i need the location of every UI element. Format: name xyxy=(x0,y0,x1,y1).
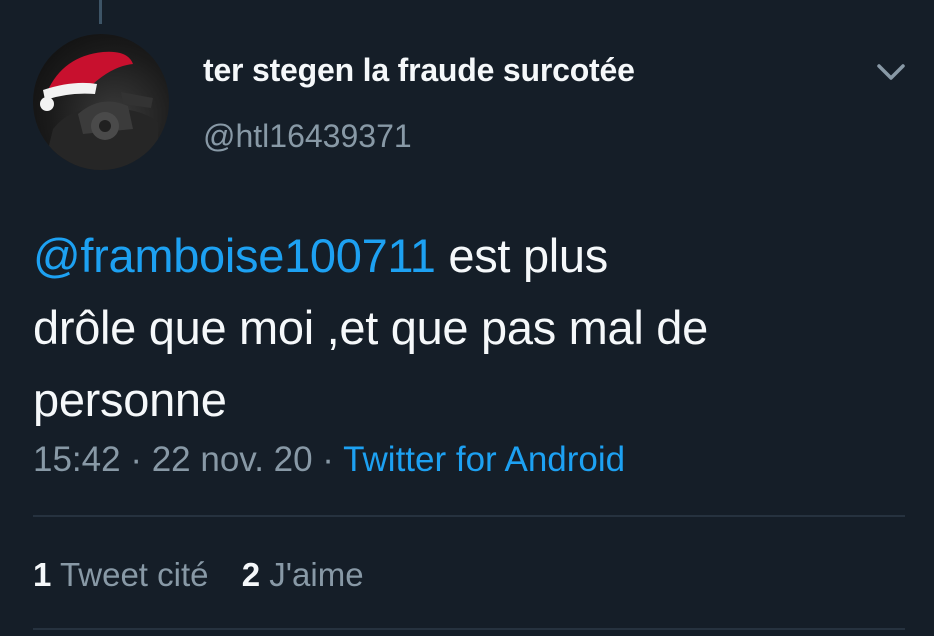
tweet-text-line1: est plus xyxy=(435,229,608,282)
thread-connector-line xyxy=(99,0,102,24)
tweet-text-line2: drôle que moi ,et que pas mal de xyxy=(33,301,708,354)
meta-separator: · xyxy=(120,440,152,479)
avatar[interactable] xyxy=(33,34,169,170)
quotes-stat[interactable]: 1 Tweet cité xyxy=(33,556,209,593)
display-name[interactable]: ter stegen la fraude surcotée xyxy=(203,52,635,89)
likes-stat[interactable]: 2 J'aime xyxy=(242,556,364,593)
tweet-stats: 1 Tweet cité 2 J'aime xyxy=(33,556,388,594)
quotes-label: Tweet cité xyxy=(59,556,209,593)
likes-count: 2 xyxy=(241,556,261,593)
tweet-meta: 15:42 · 22 nov. 20 · Twitter for Android xyxy=(33,440,625,480)
likes-label: J'aime xyxy=(269,556,364,593)
meta-separator: · xyxy=(312,440,344,479)
tweet-date[interactable]: 22 nov. 20 xyxy=(152,440,313,479)
chevron-down-icon[interactable] xyxy=(874,60,908,84)
tweet-source-link[interactable]: Twitter for Android xyxy=(343,440,625,479)
divider xyxy=(33,628,905,630)
tweet-time[interactable]: 15:42 xyxy=(33,440,121,479)
user-handle[interactable]: @htl16439371 xyxy=(203,118,412,155)
tweet-text: @framboise100711 est plus drôle que moi … xyxy=(33,220,893,436)
mention-link[interactable]: @framboise100711 xyxy=(33,229,436,282)
santa-hat-icon xyxy=(40,51,158,170)
tweet-text-line3: personne xyxy=(33,373,227,426)
divider xyxy=(33,515,905,517)
quotes-count: 1 xyxy=(33,556,52,593)
